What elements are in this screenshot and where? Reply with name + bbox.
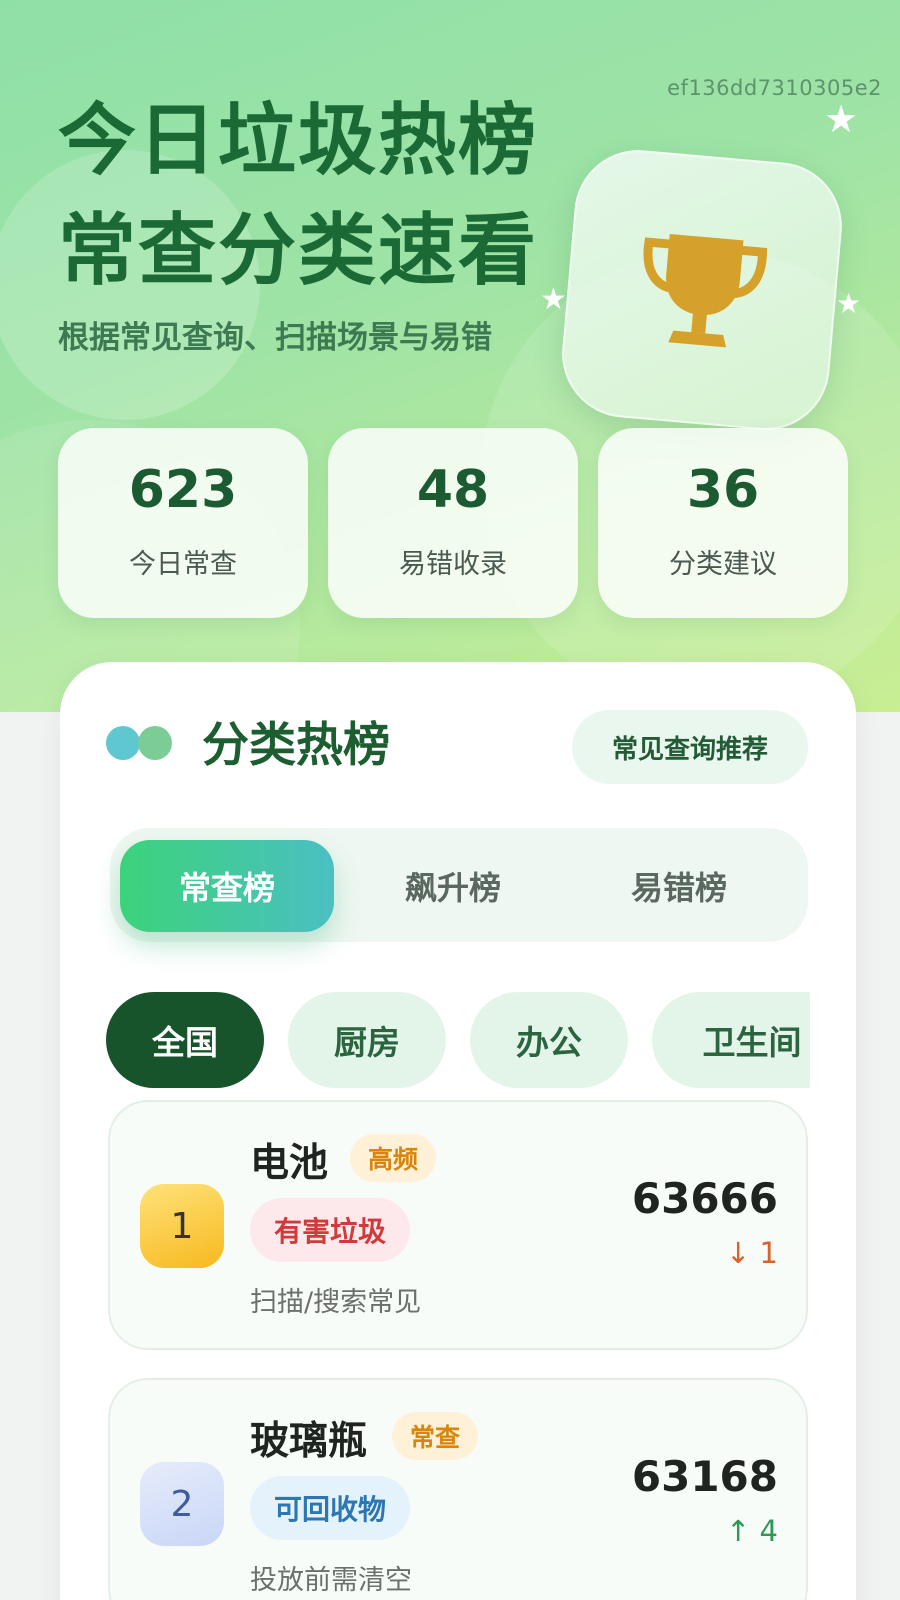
- stat-value: 48: [416, 460, 490, 520]
- chip-kitchen[interactable]: 厨房: [288, 992, 446, 1088]
- title-line-2: 常查分类速看: [58, 206, 539, 296]
- category-tag: 有害垃圾: [250, 1198, 411, 1262]
- star-icon: ★: [836, 287, 862, 320]
- tab-rising[interactable]: 飙升榜: [346, 840, 560, 932]
- title-line-1: 今日垃圾热榜: [58, 96, 539, 186]
- ranking-panel: 分类热榜 常见查询推荐 常查榜 飙升榜 易错榜 全国 厨房 办公 卫生间 1 电…: [60, 662, 856, 1600]
- hero-banner: ef136dd7310305e2 今日垃圾热榜 常查分类速看 根据常见查询、扫描…: [0, 0, 900, 712]
- chip-nationwide[interactable]: 全国: [106, 992, 264, 1088]
- star-icon: ★: [824, 97, 859, 141]
- page-subtitle: 根据常见查询、扫描场景与易错: [58, 320, 492, 356]
- stat-label: 今日常查: [129, 549, 237, 580]
- stat-label: 分类建议: [669, 549, 777, 580]
- section-title: 分类热榜: [202, 718, 390, 773]
- frequency-tag: 常查: [392, 1412, 479, 1460]
- stat-card-suggestions[interactable]: 36 分类建议: [598, 428, 848, 618]
- stat-value: 36: [686, 460, 760, 520]
- page-title: 今日垃圾热榜 常查分类速看: [58, 86, 538, 306]
- category-tag: 可回收物: [250, 1476, 411, 1540]
- scene-filter-chips: 全国 厨房 办公 卫生间: [106, 992, 810, 1088]
- rank-badge: 1: [140, 1184, 224, 1268]
- stat-value: 623: [128, 460, 238, 520]
- item-note: 投放前需清空: [250, 1565, 412, 1596]
- chip-office[interactable]: 办公: [470, 992, 628, 1088]
- frequency-tag: 高频: [350, 1134, 437, 1182]
- trophy-card: [556, 144, 848, 436]
- tab-error-prone[interactable]: 易错榜: [572, 840, 786, 932]
- stat-label: 易错收录: [399, 549, 507, 580]
- item-name: 玻璃瓶: [250, 1419, 368, 1464]
- chip-bathroom[interactable]: 卫生间: [652, 992, 810, 1088]
- lookup-count: 63168: [631, 1452, 778, 1501]
- stat-card-daily-lookups[interactable]: 623 今日常查: [58, 428, 308, 618]
- item-note: 扫描/搜索常见: [250, 1287, 422, 1318]
- lookup-count: 63666: [631, 1174, 778, 1223]
- list-item[interactable]: 2 玻璃瓶 常查 可回收物 投放前需清空 63168 ↑ 4: [108, 1378, 808, 1600]
- common-query-recommend-button[interactable]: 常见查询推荐: [572, 710, 808, 784]
- section-dot-icon: [106, 726, 140, 760]
- item-name: 电池: [250, 1141, 329, 1186]
- stat-card-error-entries[interactable]: 48 易错收录: [328, 428, 578, 618]
- star-icon: ★: [540, 282, 567, 317]
- rank-trend: ↑ 4: [726, 1514, 778, 1548]
- trophy-icon: [643, 233, 768, 348]
- stats-row: 623 今日常查 48 易错收录 36 分类建议: [58, 428, 858, 618]
- ranking-tabs: 常查榜 飙升榜 易错榜: [110, 828, 808, 942]
- rank-badge: 2: [140, 1462, 224, 1546]
- tab-frequent[interactable]: 常查榜: [120, 840, 334, 932]
- list-item[interactable]: 1 电池 高频 有害垃圾 扫描/搜索常见 63666 ↓ 1: [108, 1100, 808, 1350]
- rank-trend: ↓ 1: [726, 1236, 778, 1270]
- section-dot-icon: [138, 726, 172, 760]
